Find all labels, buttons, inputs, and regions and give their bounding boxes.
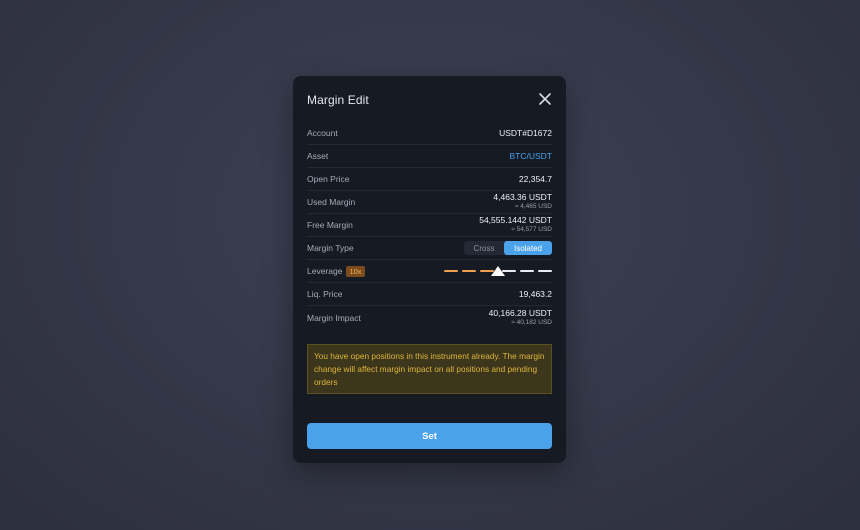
- used-margin-label: Used Margin: [307, 197, 356, 207]
- leverage-label-group: Leverage 10x: [307, 265, 365, 277]
- margin-impact-usd: ≈ 40,182 USD: [511, 318, 552, 326]
- open-price-label: Open Price: [307, 174, 350, 184]
- margin-edit-modal: Margin Edit Account USDT#D1672 Asset BTC…: [293, 76, 566, 463]
- margin-impact-values: 40,166.28 USDT ≈ 40,182 USD: [488, 307, 552, 327]
- used-margin-usd: ≈ 4,465 USD: [514, 203, 552, 211]
- free-margin-usd: ≈ 54,577 USD: [511, 226, 552, 234]
- margin-type-toggle: Cross Isolated: [464, 241, 552, 255]
- free-margin-row: Free Margin 54,555.1442 USDT ≈ 54,577 US…: [307, 214, 552, 237]
- modal-title: Margin Edit: [307, 93, 369, 107]
- leverage-row: Leverage 10x: [307, 260, 552, 283]
- leverage-label: Leverage: [307, 266, 343, 276]
- leverage-slider[interactable]: [444, 266, 552, 276]
- account-row: Account USDT#D1672: [307, 122, 552, 145]
- free-margin-label: Free Margin: [307, 220, 353, 230]
- margin-impact-label: Margin Impact: [307, 312, 361, 323]
- open-price-row: Open Price 22,354.7: [307, 168, 552, 191]
- set-button[interactable]: Set: [307, 423, 552, 449]
- margin-impact-value: 40,166.28 USDT: [488, 307, 552, 318]
- used-margin-value: 4,463.36 USDT: [493, 192, 552, 203]
- account-label: Account: [307, 128, 338, 138]
- isolated-option[interactable]: Isolated: [504, 241, 552, 255]
- cross-option[interactable]: Cross: [464, 241, 504, 255]
- free-margin-value: 54,555.1442 USDT: [479, 215, 552, 226]
- liq-price-value: 19,463.2: [518, 289, 552, 299]
- used-margin-row: Used Margin 4,463.36 USDT ≈ 4,465 USD: [307, 191, 552, 214]
- leverage-badge: 10x: [346, 265, 365, 277]
- account-value: USDT#D1672: [499, 128, 552, 138]
- free-margin-values: 54,555.1442 USDT ≈ 54,577 USD: [479, 216, 552, 234]
- liq-price-label: Liq. Price: [307, 289, 343, 299]
- close-icon[interactable]: [538, 92, 552, 106]
- margin-type-row: Margin Type Cross Isolated: [307, 237, 552, 260]
- used-margin-values: 4,463.36 USDT ≈ 4,465 USD: [493, 193, 552, 211]
- margin-impact-row: Margin Impact 40,166.28 USDT ≈ 40,182 US…: [307, 306, 552, 329]
- asset-link[interactable]: BTC/USDT: [510, 151, 553, 161]
- asset-label: Asset: [307, 151, 329, 161]
- details-list: Account USDT#D1672 Asset BTC/USDT Open P…: [307, 122, 552, 329]
- margin-type-label: Margin Type: [307, 243, 354, 253]
- asset-row: Asset BTC/USDT: [307, 145, 552, 168]
- warning-notice: You have open positions in this instrume…: [307, 344, 552, 394]
- open-price-value: 22,354.7: [518, 174, 552, 184]
- liq-price-row: Liq. Price 19,463.2: [307, 283, 552, 306]
